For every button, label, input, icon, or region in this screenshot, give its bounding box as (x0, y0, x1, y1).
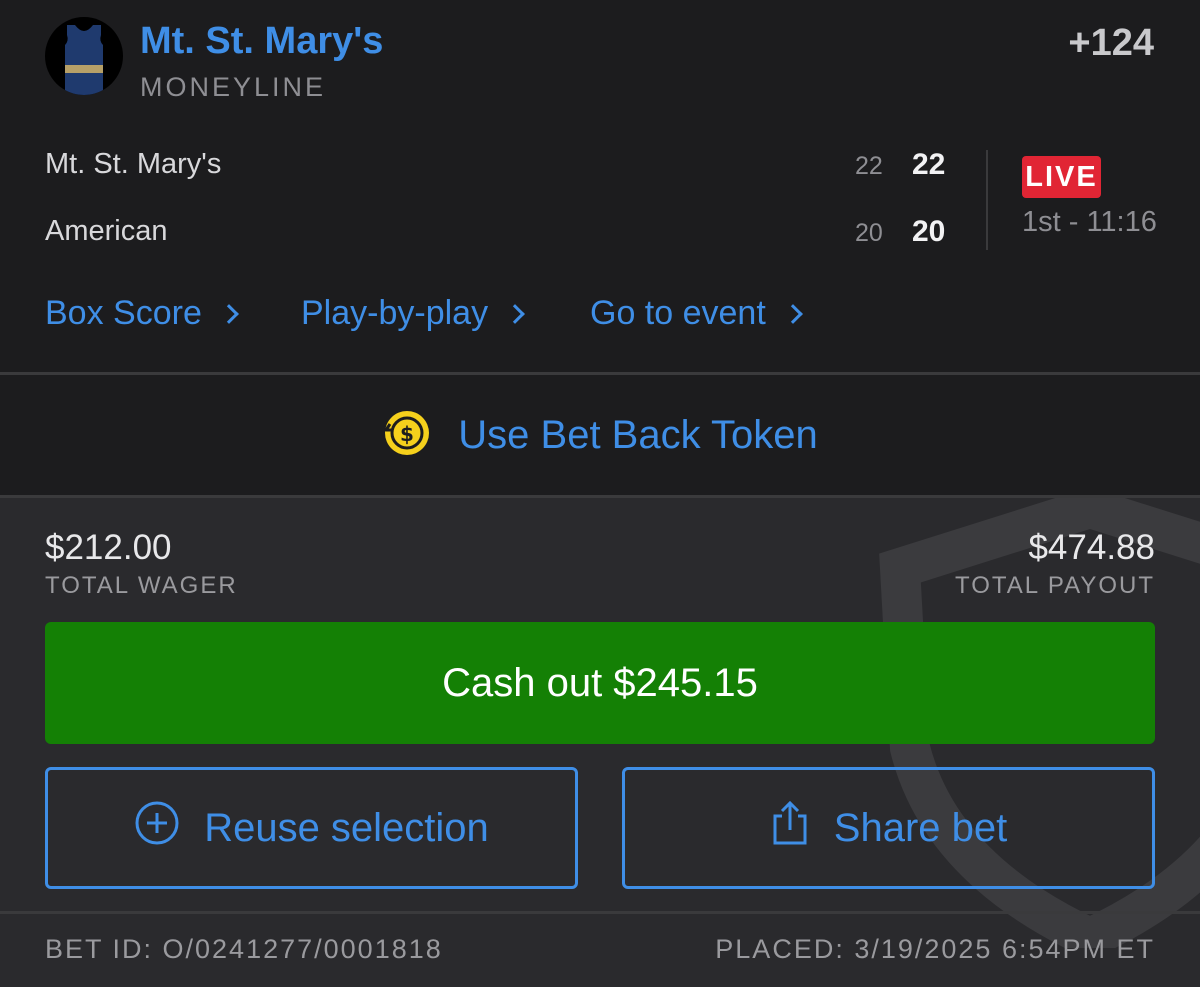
use-bet-back-token-button[interactable]: $ Use Bet Back Token (0, 375, 1200, 495)
reuse-selection-label: Reuse selection (204, 805, 489, 850)
wager-section: $212.00 TOTAL WAGER $474.88 TOTAL PAYOUT… (0, 498, 1200, 987)
reuse-selection-button[interactable]: Reuse selection (45, 767, 578, 889)
share-bet-button[interactable]: Share bet (622, 767, 1155, 889)
total-wager-label: TOTAL WAGER (45, 572, 238, 599)
scoreboard-divider (986, 150, 988, 250)
scoreboard-total-score: 22 (912, 148, 946, 181)
total-payout-amount: $474.88 (1028, 528, 1155, 567)
cash-out-button[interactable]: Cash out $245.15 (45, 622, 1155, 744)
game-clock: 1st - 11:16 (1022, 206, 1157, 238)
scoreboard-team-name: American (45, 215, 168, 247)
selection-team-name: Mt. St. Mary's (140, 20, 384, 62)
scoreboard-total-score: 20 (912, 215, 946, 248)
dollar-token-icon: $ (382, 408, 432, 463)
bet-id: BET ID: O/0241277/0001818 (45, 934, 443, 964)
total-payout-label: TOTAL PAYOUT (954, 572, 1155, 599)
go-to-event-label: Go to event (590, 294, 766, 332)
chevron-right-icon (505, 303, 525, 324)
scoreboard-team-name: Mt. St. Mary's (45, 148, 222, 180)
scoreboard-period-score: 22 (855, 152, 883, 180)
bet-card-header: Mt. St. Mary's MONEYLINE +124 Mt. St. Ma… (0, 0, 1200, 372)
selection-odds: +124 (1068, 22, 1154, 64)
share-icon (770, 800, 810, 856)
plus-circle-icon (134, 800, 180, 856)
jersey-icon (45, 17, 123, 95)
box-score-label: Box Score (45, 294, 202, 332)
play-by-play-label: Play-by-play (301, 294, 489, 332)
chevron-right-icon (782, 303, 803, 324)
live-badge: LIVE (1022, 156, 1101, 198)
placed-timestamp: PLACED: 3/19/2025 6:54PM ET (715, 934, 1155, 964)
scoreboard-period-score: 20 (855, 219, 883, 247)
divider (0, 911, 1200, 914)
svg-text:$: $ (400, 422, 414, 446)
box-score-link[interactable]: Box Score (45, 294, 239, 333)
selection-market: MONEYLINE (140, 72, 327, 102)
play-by-play-link[interactable]: Play-by-play (301, 294, 525, 333)
go-to-event-link[interactable]: Go to event (590, 294, 803, 333)
chevron-right-icon (218, 303, 239, 324)
bet-back-label: Use Bet Back Token (458, 412, 818, 457)
share-bet-label: Share bet (833, 805, 1008, 850)
total-wager-amount: $212.00 (45, 528, 172, 567)
